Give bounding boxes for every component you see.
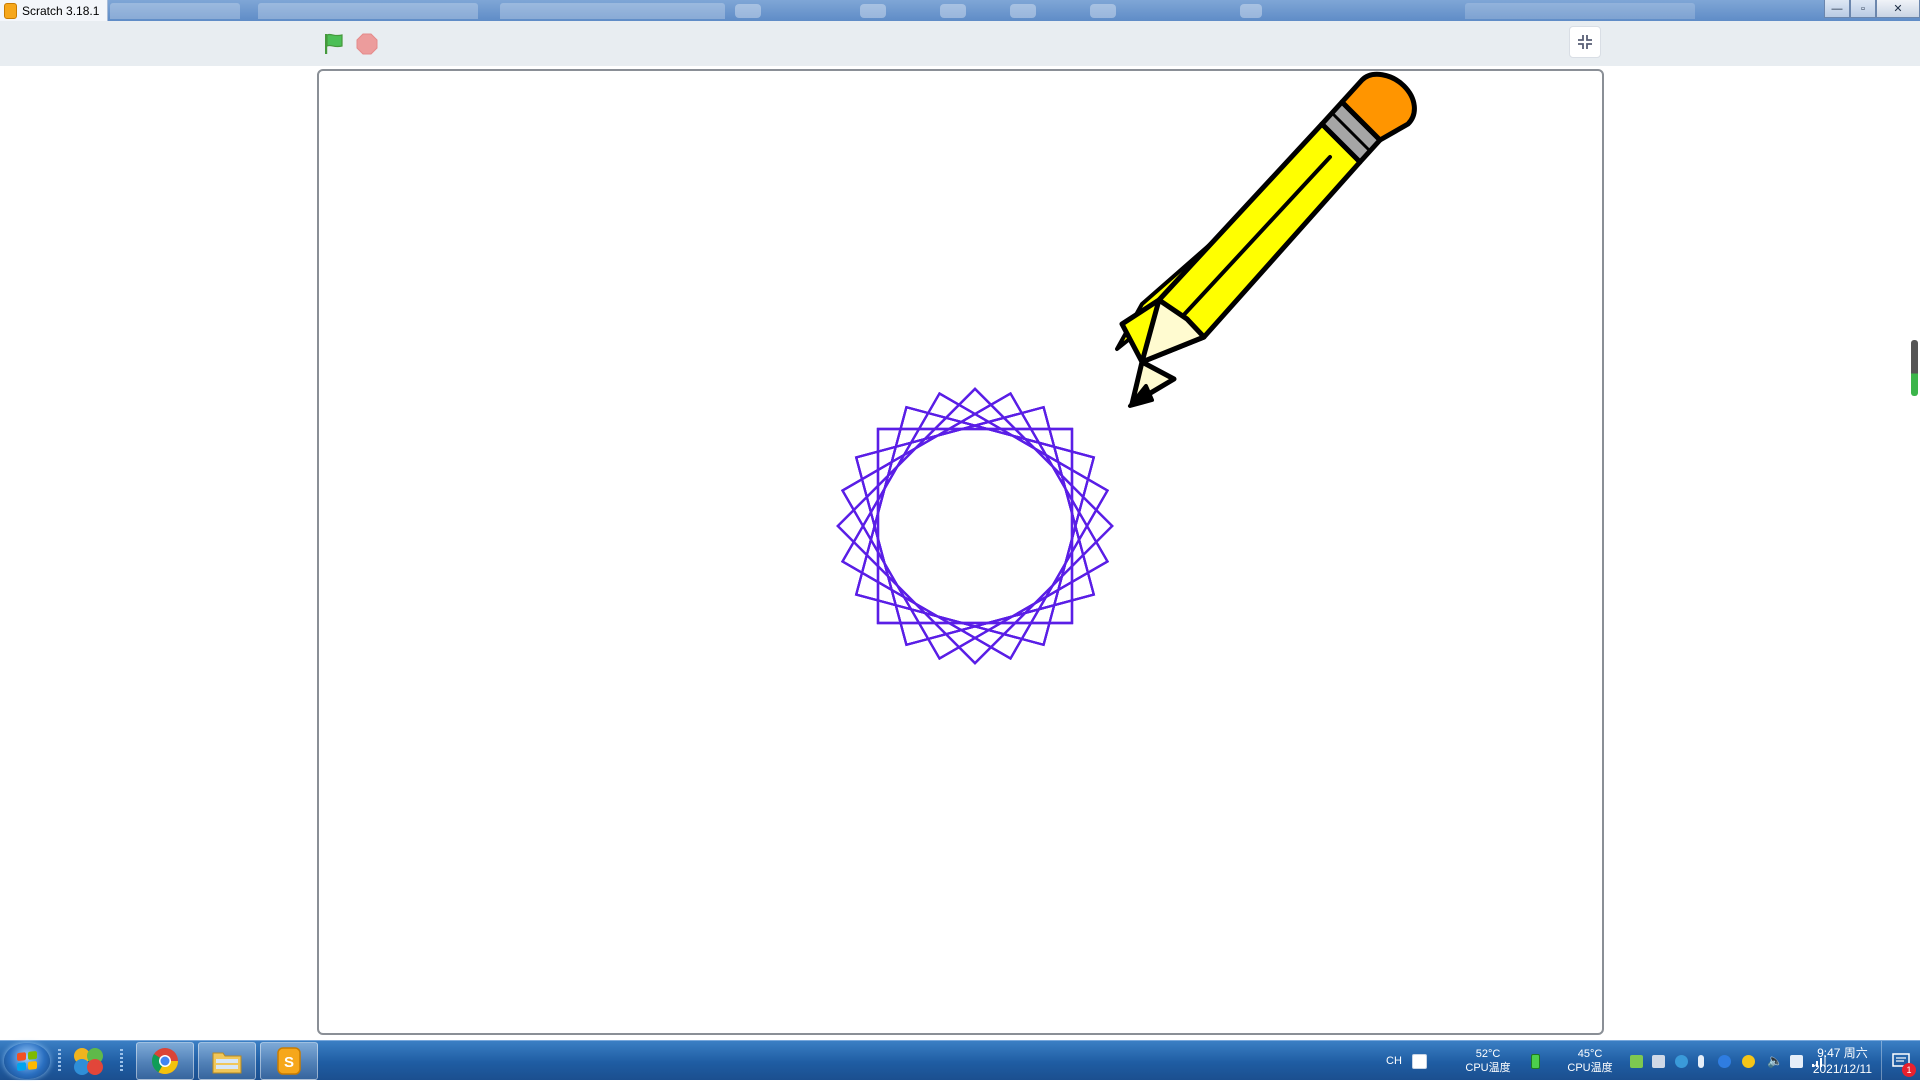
pen-stroke-square — [840, 391, 1110, 661]
pen-drawing-spirograph — [836, 387, 1114, 665]
start-button[interactable] — [4, 1043, 50, 1079]
battery-icon — [1531, 1053, 1540, 1069]
pen-stroke-square — [840, 391, 1110, 661]
scratch-logo-icon — [4, 2, 17, 19]
taskbar-grip — [120, 1049, 123, 1073]
pen-stroke-square — [854, 405, 1096, 647]
taskbar-scratch[interactable]: S — [260, 1042, 318, 1080]
update-icon — [1742, 1054, 1755, 1068]
keyboard-icon — [1652, 1054, 1665, 1068]
tray-keyboard[interactable] — [1652, 1041, 1665, 1081]
tray-cloud[interactable] — [1718, 1041, 1731, 1081]
cpu-temp-value: 52°C — [1475, 1048, 1501, 1060]
cpu-temperature-2[interactable]: 45°C CPU温度 — [1560, 1041, 1620, 1081]
network-status-icon — [1630, 1054, 1643, 1068]
pencil-sprite[interactable] — [1115, 71, 1417, 408]
tray-power[interactable] — [1790, 1041, 1803, 1081]
pen-stroke-square — [840, 391, 1110, 661]
tray-update[interactable] — [1742, 1041, 1755, 1081]
svg-text:S: S — [284, 1054, 294, 1071]
system-tray: CH 52°C CPU温度 45°C CPU温度 🔈 9:47 周六 2021/… — [1330, 1041, 1920, 1081]
background-app-icon — [1090, 4, 1116, 18]
pen-stroke-square — [854, 405, 1096, 647]
pen-stroke-square — [840, 391, 1110, 661]
stop-sign-icon[interactable] — [356, 33, 378, 55]
media-app-icon — [74, 1048, 103, 1075]
thermometer-icon — [1698, 1054, 1704, 1068]
pen-stroke-square — [840, 391, 1110, 661]
chrome-icon — [151, 1048, 179, 1075]
speaker-icon: 🔈 — [1767, 1053, 1784, 1068]
security-icon — [1675, 1054, 1688, 1068]
windows-taskbar: S CH 52°C CPU温度 45°C CPU温度 🔈 9:47 周六 202… — [0, 1040, 1920, 1081]
background-search-box — [1465, 3, 1695, 19]
pen-stroke-square — [840, 391, 1110, 661]
background-tab[interactable] — [258, 3, 478, 19]
background-app-icon — [860, 4, 886, 18]
app-title-tab[interactable]: Scratch 3.18.1 — [0, 0, 109, 21]
tray-security[interactable] — [1675, 1041, 1688, 1081]
pen-stroke-square — [854, 405, 1096, 647]
pen-stroke-square — [854, 405, 1096, 647]
taskbar-media-app[interactable] — [60, 1042, 118, 1080]
notification-badge: 1 — [1902, 1063, 1916, 1077]
background-app-icon — [1010, 4, 1036, 18]
background-tab[interactable] — [500, 3, 725, 19]
language-indicator[interactable]: CH — [1386, 1041, 1402, 1081]
clock-time: 9:47 周六 — [1817, 1046, 1868, 1060]
background-app-icon — [940, 4, 966, 18]
cpu-temperature-1[interactable]: 52°C CPU温度 — [1458, 1041, 1518, 1081]
window-titlebar: Scratch 3.18.1 — ▫ ✕ — [0, 0, 1920, 21]
pen-stroke-square — [854, 405, 1096, 647]
unfullscreen-button[interactable] — [1569, 26, 1601, 58]
scratch-app-icon: S — [277, 1047, 301, 1075]
stage-drawing — [836, 71, 1417, 665]
close-button[interactable]: ✕ — [1876, 0, 1920, 18]
green-flag-icon[interactable] — [322, 32, 346, 56]
unfullscreen-icon — [1578, 35, 1592, 49]
cpu-temp-value: 45°C — [1577, 1048, 1603, 1060]
cpu-temp-label: CPU温度 — [1465, 1062, 1511, 1074]
pen-stroke-square — [854, 405, 1096, 647]
stage-controls-bar — [0, 21, 1920, 66]
background-tab[interactable] — [110, 3, 240, 19]
tray-battery[interactable] — [1531, 1041, 1540, 1081]
clock-date: 2021/12/11 — [1812, 1062, 1872, 1076]
tray-network-status[interactable] — [1630, 1041, 1643, 1081]
action-center-button[interactable]: 1 — [1881, 1041, 1920, 1081]
taskbar-file-explorer[interactable] — [198, 1042, 256, 1080]
stage-area — [0, 66, 1920, 1040]
windows-logo-icon — [17, 1050, 37, 1072]
tray-volume[interactable]: 🔈 — [1767, 1041, 1783, 1081]
background-app-icon — [1240, 4, 1262, 18]
maximize-button[interactable]: ▫ — [1850, 0, 1876, 18]
window-controls: — ▫ ✕ — [1824, 0, 1920, 19]
minimize-button[interactable]: — — [1824, 0, 1850, 18]
background-app-icon — [735, 4, 761, 18]
side-scroll-indicator — [1911, 340, 1918, 396]
tray-thermometer[interactable] — [1698, 1041, 1704, 1081]
check-icon — [1412, 1053, 1427, 1069]
power-plug-icon — [1790, 1054, 1803, 1068]
cloud-icon — [1718, 1054, 1731, 1068]
pen-stroke-square — [840, 391, 1110, 661]
tray-checkbox-app[interactable] — [1412, 1041, 1427, 1081]
pen-stroke-square — [840, 391, 1110, 661]
folder-icon — [212, 1052, 242, 1074]
cpu-temp-label: CPU温度 — [1567, 1062, 1613, 1074]
taskbar-chrome[interactable] — [136, 1042, 194, 1080]
stage-canvas[interactable] — [317, 69, 1604, 1035]
pen-stroke-square — [854, 405, 1096, 647]
taskbar-clock[interactable]: 9:47 周六 2021/12/11 — [1813, 1041, 1872, 1081]
pen-stroke-square — [854, 405, 1096, 647]
window-title: Scratch 3.18.1 — [22, 3, 100, 18]
